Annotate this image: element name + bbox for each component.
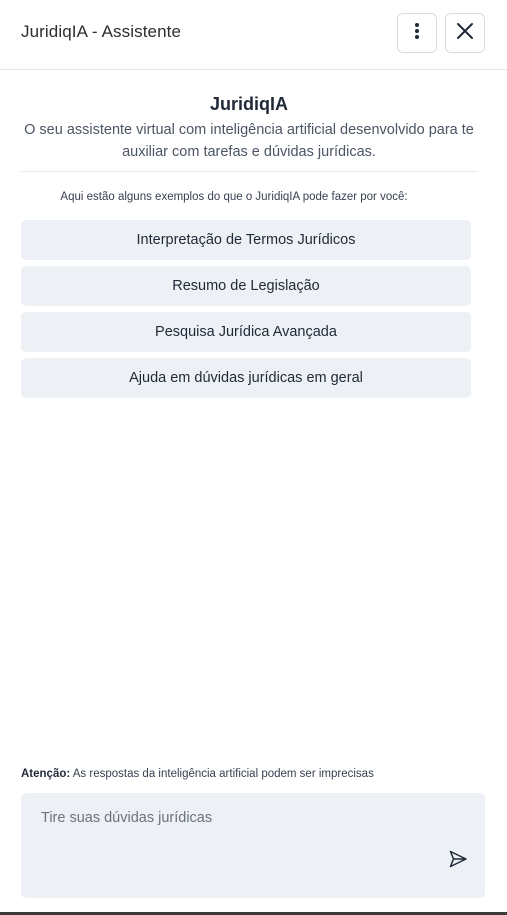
divider [21,171,477,172]
intro-description: O seu assistente virtual com inteligênci… [24,122,474,160]
more-vertical-icon [414,22,420,45]
header-title: JuridiqIA - Assistente [21,22,181,41]
message-composer [21,793,485,898]
examples-caption: Aqui estão alguns exemplos do que o Juri… [60,191,408,203]
close-button[interactable] [445,13,485,53]
suggestion-button[interactable]: Interpretação de Termos Jurídicos [21,220,471,260]
message-input[interactable] [21,793,441,898]
suggestion-list: Interpretação de Termos Jurídicos Resumo… [21,220,471,404]
send-icon [448,849,468,874]
close-icon [456,22,474,45]
send-button[interactable] [446,849,470,873]
suggestion-button[interactable]: Ajuda em dúvidas jurídicas em geral [21,358,471,398]
disclaimer: Atenção: As respostas da inteligência ar… [21,768,374,780]
suggestion-button[interactable]: Resumo de Legislação [21,266,471,306]
intro: JuridiqIA O seu assistente virtual com i… [21,92,477,163]
assistant-panel: JuridiqIA - Assistente JuridiqIA O seu a… [0,0,507,915]
more-options-button[interactable] [397,13,437,53]
disclaimer-text: As respostas da inteligência artificial … [70,768,374,780]
header: JuridiqIA - Assistente [0,0,507,70]
disclaimer-label: Atenção: [21,768,71,780]
intro-title: JuridiqIA [209,94,288,114]
suggestion-button[interactable]: Pesquisa Jurídica Avançada [21,312,471,352]
